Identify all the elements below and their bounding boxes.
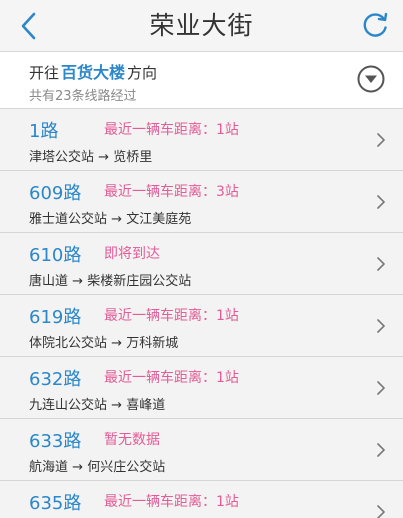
route-path: 体院北公交站 → 万科新城	[29, 332, 178, 351]
route-arrow: →	[111, 212, 123, 227]
route-status: 暂无数据	[104, 432, 160, 448]
direction-suffix: 方向	[127, 64, 158, 82]
route-path: 唐山道 → 柴楼新庄园公交站	[29, 270, 191, 289]
refresh-icon	[363, 12, 388, 37]
route-status: 即将到达	[104, 246, 160, 262]
page-title: 荣业大街	[149, 11, 254, 40]
direction-toggle-button[interactable]	[356, 64, 386, 94]
route-path: 九连山公交站 → 喜峰道	[29, 394, 165, 413]
route-origin: 航海道	[29, 460, 69, 475]
route-destination: 柴楼新庄园公交站	[87, 274, 192, 289]
direction-header: 开往 百货大楼 方向 共有23条线路经过	[0, 52, 403, 109]
route-destination: 万科新城	[126, 336, 179, 351]
route-status: 最近一辆车距离：1站	[104, 494, 239, 510]
route-destination: 文江美庭苑	[126, 212, 192, 227]
route-row[interactable]: 632路 最近一辆车距离：1站 九连山公交站 → 喜峰道	[0, 357, 403, 419]
back-button[interactable]	[12, 8, 52, 44]
route-number: 635路	[29, 493, 82, 514]
route-row[interactable]: 610路 即将到达 唐山道 → 柴楼新庄园公交站	[0, 233, 403, 295]
route-arrow: →	[72, 460, 84, 475]
route-row[interactable]: 1路 最近一辆车距离：1站 津塔公交站 → 览桥里	[0, 109, 403, 171]
route-arrow: →	[111, 336, 123, 351]
direction-destination: 百货大楼	[61, 63, 126, 82]
route-origin: 唐山道	[29, 274, 69, 289]
route-origin: 九连山公交站	[29, 398, 108, 413]
route-number: 610路	[29, 245, 82, 266]
route-path: 航海道 → 何兴庄公交站	[29, 456, 165, 475]
route-row[interactable]: 619路 最近一辆车距离：1站 体院北公交站 → 万科新城	[0, 295, 403, 357]
route-number: 633路	[29, 431, 82, 452]
chevron-right-icon	[377, 381, 385, 395]
chevron-right-icon	[377, 443, 385, 457]
route-path: 雅士道公交站 → 文江美庭苑	[29, 208, 191, 227]
route-origin: 体院北公交站	[29, 336, 108, 351]
route-number: 609路	[29, 183, 82, 204]
route-status: 最近一辆车距离：1站	[104, 122, 239, 138]
route-arrow: →	[98, 150, 110, 165]
route-destination: 何兴庄公交站	[87, 460, 166, 475]
route-number: 1路	[29, 121, 59, 142]
route-origin: 雅士道公交站	[29, 212, 108, 227]
caret-down-circle-icon	[357, 65, 385, 93]
chevron-right-icon	[377, 257, 385, 271]
route-row[interactable]: 635路 最近一辆车距离：1站	[0, 481, 403, 518]
route-count: 共有23条线路经过	[29, 89, 137, 104]
route-row[interactable]: 609路 最近一辆车距离：3站 雅士道公交站 → 文江美庭苑	[0, 171, 403, 233]
route-path: 津塔公交站 → 览桥里	[29, 146, 152, 165]
route-list: 1路 最近一辆车距离：1站 津塔公交站 → 览桥里 609路 最近一辆车距离：3…	[0, 109, 403, 518]
chevron-right-icon	[377, 319, 385, 333]
chevron-right-icon	[377, 133, 385, 147]
chevron-left-icon	[21, 12, 36, 40]
route-status: 最近一辆车距离：1站	[104, 370, 239, 386]
direction-line: 开往 百货大楼 方向	[29, 59, 157, 83]
route-row[interactable]: 633路 暂无数据 航海道 → 何兴庄公交站	[0, 419, 403, 481]
refresh-button[interactable]	[357, 8, 393, 44]
chevron-right-icon	[377, 505, 385, 518]
nav-bar: 荣业大街	[0, 0, 403, 52]
route-origin: 津塔公交站	[29, 150, 95, 165]
route-arrow: →	[111, 398, 123, 413]
direction-prefix: 开往	[29, 64, 60, 82]
chevron-right-icon	[377, 195, 385, 209]
route-status: 最近一辆车距离：1站	[104, 308, 239, 324]
route-arrow: →	[72, 274, 84, 289]
route-number: 619路	[29, 307, 82, 328]
route-destination: 喜峰道	[126, 398, 166, 413]
route-status: 最近一辆车距离：3站	[104, 184, 239, 200]
route-destination: 览桥里	[113, 150, 153, 165]
route-number: 632路	[29, 369, 82, 390]
